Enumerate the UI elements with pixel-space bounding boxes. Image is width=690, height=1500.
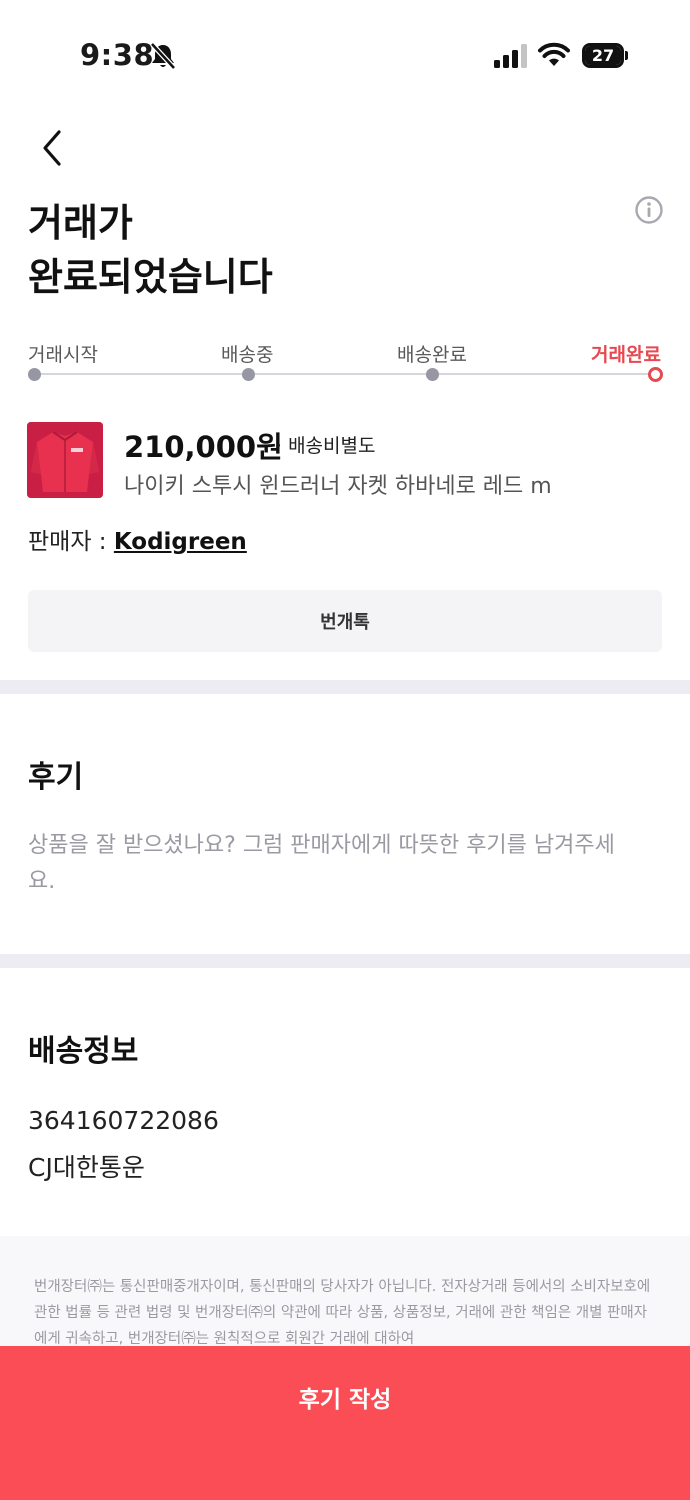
seller-name-link[interactable]: Kodigreen — [114, 529, 247, 555]
progress-line — [34, 373, 656, 375]
info-circle-icon[interactable] — [634, 195, 664, 225]
page-title-line1: 거래가 — [28, 201, 133, 245]
review-section-title: 후기 — [28, 760, 84, 795]
step-label-start: 거래시작 — [28, 344, 98, 366]
back-button[interactable] — [30, 126, 74, 170]
page-title: 거래가 완료되었습니다 — [28, 196, 273, 304]
step-label-delivered: 배송완료 — [397, 344, 467, 366]
section-divider — [0, 954, 690, 968]
step-dot-start — [28, 368, 41, 381]
step-dot-delivered — [426, 368, 439, 381]
page-title-line2: 완료되었습니다 — [28, 255, 273, 299]
product-price: 210,000원 — [124, 430, 283, 464]
review-prompt-text: 상품을 잘 받으셨나요? 그럼 판매자에게 따뜻한 후기를 남겨주세요. — [28, 833, 615, 894]
product-name[interactable]: 나이키 스투시 윈드러너 자켓 하바네로 레드 m — [124, 468, 552, 500]
battery-icon: 27 — [582, 43, 628, 68]
status-bar: 9:38 27 — [0, 0, 690, 110]
seller-row: 판매자 : Kodigreen — [28, 522, 247, 556]
product-image[interactable] — [27, 422, 103, 498]
bell-slash-icon — [150, 42, 176, 70]
carrier-name: CJ대한통운 — [28, 1153, 145, 1182]
tracking-number[interactable]: 364160722086 — [28, 1106, 219, 1135]
status-time: 9:38 — [80, 38, 155, 72]
step-label-complete: 거래완료 — [591, 344, 661, 366]
chat-button[interactable]: 번개톡 — [28, 590, 662, 652]
shipping-fee-note: · 배송비별도 — [276, 435, 376, 457]
step-dot-shipping — [242, 368, 255, 381]
step-label-shipping: 배송중 — [221, 344, 274, 366]
seller-label: 판매자 : — [28, 529, 114, 555]
battery-level: 27 — [591, 46, 615, 65]
jacket-image — [27, 422, 103, 498]
signal-icon — [494, 44, 527, 68]
section-divider — [0, 680, 690, 694]
legal-disclaimer: 번개장터㈜는 통신판매중개자이며, 통신판매의 당사자가 아닙니다. 전자상거래… — [34, 1279, 651, 1347]
step-dot-complete — [648, 367, 663, 382]
write-review-button[interactable]: 후기 작성 — [0, 1346, 690, 1500]
wifi-icon — [538, 42, 570, 66]
shipping-section-title: 배송정보 — [28, 1034, 139, 1069]
chevron-left-icon — [43, 130, 61, 166]
